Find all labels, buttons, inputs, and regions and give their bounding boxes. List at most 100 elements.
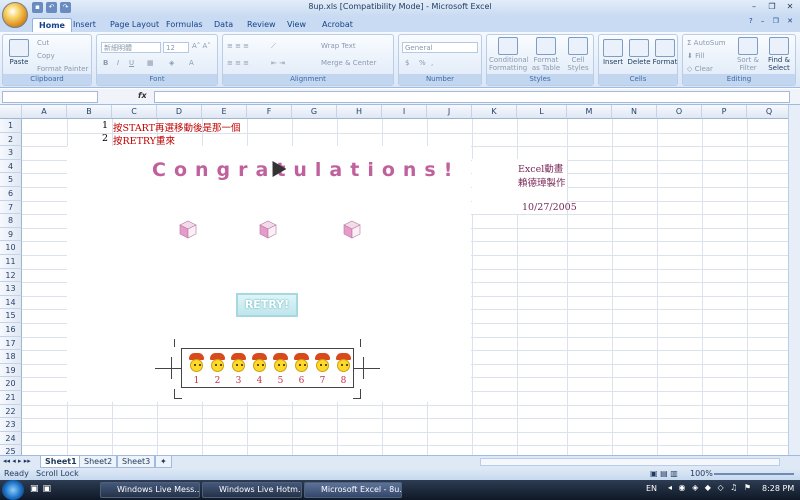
sort-filter-button[interactable]: Sort & Filter <box>733 37 763 72</box>
row-header[interactable]: 15 <box>0 309 22 323</box>
chick-icon[interactable] <box>314 353 331 373</box>
tab-home[interactable]: Home <box>32 18 72 32</box>
number-format-select[interactable]: General <box>402 42 478 53</box>
tab-page-layout[interactable]: Page Layout <box>110 18 159 32</box>
indent-icon[interactable]: ⇤ ⇥ <box>271 59 285 67</box>
taskbar-item-hotmail[interactable]: Windows Live Hotm... <box>202 482 302 498</box>
cell-b1[interactable]: 1 <box>102 120 108 131</box>
clock[interactable]: 8:28 PM <box>762 484 794 493</box>
underline-icon[interactable]: U <box>129 59 134 67</box>
row-header[interactable]: 7 <box>0 200 22 215</box>
tab-insert[interactable]: Insert <box>73 18 96 32</box>
tab-review[interactable]: Review <box>247 18 276 32</box>
sheet-tab-sheet3[interactable]: Sheet3 <box>117 456 156 468</box>
ribbon-help-icon[interactable]: ? – ❐ ✕ <box>749 17 796 25</box>
cell-b2[interactable]: 2 <box>102 133 108 144</box>
chick-icon[interactable] <box>272 353 289 373</box>
cell-l5[interactable]: 賴德璋製作 <box>518 175 566 189</box>
cell-c2[interactable]: 按RETRY重來 <box>113 133 175 147</box>
insert-cells-button[interactable]: Insert <box>599 39 627 66</box>
horizontal-scrollbar[interactable] <box>480 458 780 466</box>
insert-sheet-icon[interactable]: ✦ <box>155 456 172 468</box>
column-header[interactable]: O <box>657 105 702 119</box>
office-button[interactable] <box>2 2 28 28</box>
start-button[interactable] <box>2 480 24 500</box>
format-cells-button[interactable]: Format <box>651 39 679 66</box>
copy-button[interactable]: Copy <box>37 52 55 60</box>
retry-button[interactable]: RETRY! <box>236 293 298 317</box>
row-header[interactable]: 10 <box>0 241 22 255</box>
column-header[interactable]: L <box>517 105 567 119</box>
row-header[interactable]: 18 <box>0 350 22 364</box>
cell-l4[interactable]: Excel動畫 <box>518 161 563 175</box>
font-size-select[interactable]: 12 <box>163 42 189 53</box>
chick-icon[interactable] <box>230 353 247 373</box>
row-header[interactable]: 8 <box>0 214 22 228</box>
row-header[interactable]: 9 <box>0 227 22 242</box>
cell-l7[interactable]: 10/27/2005 <box>522 202 577 213</box>
cube-icon[interactable] <box>258 219 278 239</box>
column-header[interactable]: E <box>202 105 247 119</box>
minimize-button[interactable]: – <box>746 1 762 13</box>
language-indicator[interactable]: EN <box>646 484 657 493</box>
fill-button[interactable]: ⬇ Fill <box>687 52 704 60</box>
sheet-tab-sheet2[interactable]: Sheet2 <box>79 456 118 468</box>
select-all-corner[interactable] <box>0 105 22 119</box>
formula-input[interactable] <box>154 91 790 103</box>
column-header[interactable]: G <box>292 105 337 119</box>
font-color-icon[interactable]: A <box>189 59 194 67</box>
find-select-button[interactable]: Find & Select <box>763 37 795 72</box>
column-header[interactable]: N <box>612 105 657 119</box>
autosum-button[interactable]: Σ AutoSum <box>687 39 726 47</box>
cell-styles-button[interactable]: Cell Styles <box>565 37 591 72</box>
orientation-icon[interactable]: ⟋ <box>271 42 276 51</box>
worksheet-grid[interactable]: A B C D E F G H I J K L M N O P Q 1 2 3 … <box>0 105 788 455</box>
tab-view[interactable]: View <box>287 18 306 32</box>
close-button[interactable]: ✕ <box>782 1 798 13</box>
column-header[interactable]: H <box>337 105 382 119</box>
tray-icons[interactable]: ◂ ◉ ◈ ◆ ◇ ♫ ⚑ <box>668 483 753 492</box>
sheet-nav-icon[interactable]: ◂◂ ◂ ▸ ▸▸ <box>3 457 31 465</box>
row-header[interactable]: 25 <box>0 445 22 455</box>
column-header[interactable]: P <box>702 105 747 119</box>
cube-icon[interactable] <box>178 219 198 239</box>
currency-icon[interactable]: $ <box>405 59 409 67</box>
column-header[interactable]: I <box>382 105 427 119</box>
zoom-slider[interactable] <box>714 473 794 475</box>
horizontal-align-icon[interactable]: ≡ ≡ ≡ <box>227 59 249 67</box>
vertical-align-icon[interactable]: ≡ ≡ ≡ <box>227 42 249 50</box>
row-header[interactable]: 12 <box>0 268 22 283</box>
column-header[interactable]: K <box>472 105 517 119</box>
chick-icon[interactable] <box>335 353 352 373</box>
vertical-scrollbar[interactable] <box>788 105 800 455</box>
chick-icon[interactable] <box>188 353 205 373</box>
column-header[interactable]: C <box>112 105 157 119</box>
font-name-select[interactable]: 新細明體 <box>101 42 161 53</box>
column-header[interactable]: J <box>427 105 472 119</box>
format-as-table-button[interactable]: Format as Table <box>529 37 563 72</box>
comma-icon[interactable]: , <box>431 59 433 67</box>
cube-icon[interactable] <box>342 219 362 239</box>
row-header[interactable]: 2 <box>0 132 22 147</box>
row-header[interactable]: 5 <box>0 173 22 187</box>
tab-acrobat[interactable]: Acrobat <box>322 18 353 32</box>
row-header[interactable]: 4 <box>0 159 22 174</box>
tab-data[interactable]: Data <box>214 18 233 32</box>
row-header[interactable]: 11 <box>0 255 22 269</box>
cell-c1[interactable]: 按START再選移動後是那一個 <box>113 120 241 134</box>
view-buttons-icon[interactable]: ▣ ▤ ▥ <box>650 468 678 480</box>
column-header[interactable]: Q <box>747 105 788 119</box>
format-painter-button[interactable]: Format Painter <box>37 65 88 73</box>
percent-icon[interactable]: % <box>419 59 426 67</box>
delete-cells-button[interactable]: Delete <box>625 39 653 66</box>
row-header[interactable]: 17 <box>0 336 22 351</box>
row-header[interactable]: 19 <box>0 363 22 378</box>
bold-icon[interactable]: B <box>103 59 108 67</box>
chick-icon[interactable] <box>251 353 268 373</box>
conditional-formatting-button[interactable]: Conditional Formatting <box>489 37 529 72</box>
row-header[interactable]: 14 <box>0 295 22 310</box>
row-header[interactable]: 23 <box>0 418 22 432</box>
italic-icon[interactable]: I <box>117 59 119 67</box>
wrap-text-button[interactable]: Wrap Text <box>321 42 356 50</box>
maximize-button[interactable]: ❐ <box>764 1 780 13</box>
